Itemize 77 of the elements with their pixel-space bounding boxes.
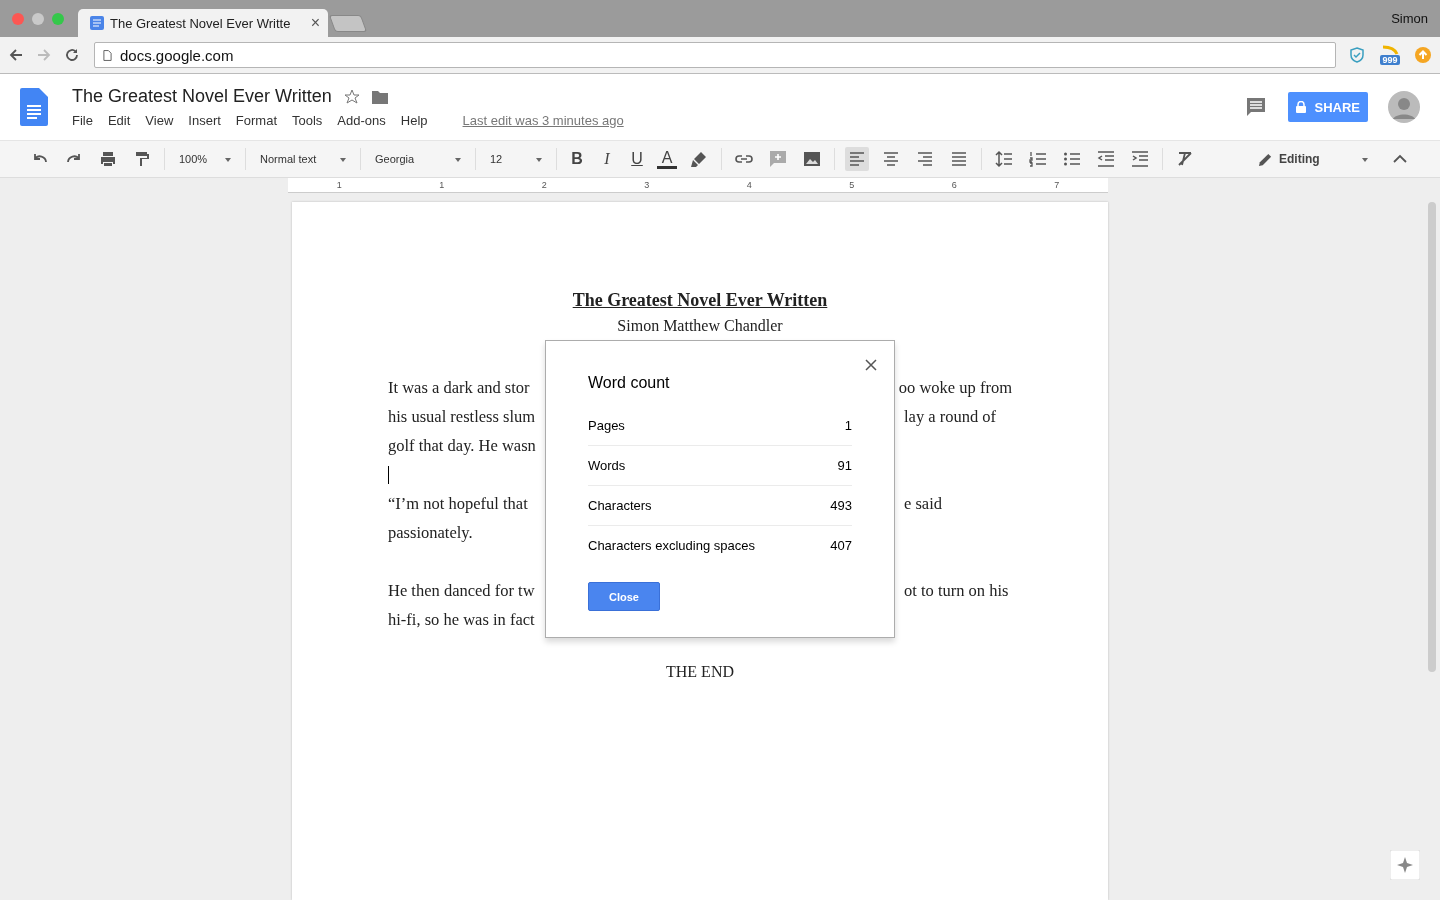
stat-value: 493 <box>830 498 852 513</box>
stat-value: 91 <box>837 458 852 473</box>
tab-close-button[interactable]: × <box>310 15 320 31</box>
font-size-dropdown[interactable]: 12 <box>486 153 546 165</box>
paragraph-text: e said <box>904 493 943 514</box>
ruler-number: 6 <box>951 180 957 190</box>
ruler-number: 2 <box>541 180 547 190</box>
scrollbar-thumb[interactable] <box>1428 202 1436 672</box>
star-icon[interactable] <box>343 88 360 105</box>
reload-icon[interactable] <box>64 47 80 63</box>
paragraph-text: hi-fi, so he was in fact <box>388 609 536 630</box>
back-icon[interactable] <box>8 47 24 63</box>
paragraph-text: “I’m not hopeful that <box>388 493 529 514</box>
folder-icon[interactable] <box>371 88 388 105</box>
document-icon <box>90 16 104 30</box>
profile-name[interactable]: Simon <box>1391 11 1440 26</box>
stat-label: Pages <box>588 418 625 433</box>
style-dropdown[interactable]: Normal text <box>256 153 350 165</box>
menu-item[interactable]: View <box>145 113 174 128</box>
avatar[interactable] <box>1388 91 1420 123</box>
menu-item[interactable]: Edit <box>107 113 131 128</box>
ruler-number: 4 <box>746 180 752 190</box>
alignment-button[interactable] <box>845 147 869 171</box>
lock-icon <box>1296 101 1307 113</box>
shield-icon[interactable] <box>1348 46 1366 64</box>
tab-title: The Greatest Novel Ever Writte <box>110 15 292 31</box>
text-cursor <box>388 465 389 484</box>
zoom-dropdown[interactable]: 100% <box>175 153 235 165</box>
paragraph-text: lay a round of <box>904 406 997 427</box>
paragraph-text: passionately. <box>388 522 474 543</box>
stat-label: Characters excluding spaces <box>588 538 755 553</box>
ruler-number: 1 <box>336 180 342 190</box>
menu-item[interactable]: Format <box>235 113 277 128</box>
menu-item[interactable]: Insert <box>188 113 221 128</box>
stat-value: 1 <box>844 418 852 433</box>
comments-icon[interactable] <box>1246 97 1267 117</box>
pencil-icon <box>1258 151 1273 167</box>
ruler-number: 5 <box>849 180 855 190</box>
document-title[interactable]: The Greatest Novel Ever Written <box>72 86 332 107</box>
stat-label: Characters <box>588 498 652 513</box>
author-line: Simon Matthew Chandler <box>617 317 783 335</box>
dialog-title: Word count <box>588 374 671 392</box>
menu-item[interactable]: Help <box>400 113 428 128</box>
closing-text: THE END <box>666 663 734 681</box>
stat-label: Words <box>588 458 626 473</box>
close-icon[interactable] <box>865 359 877 371</box>
paragraph-text: It was a dark and stor <box>388 377 531 398</box>
explore-icon[interactable] <box>1390 850 1420 880</box>
editing-mode-dropdown[interactable]: Editing <box>1258 151 1368 167</box>
last-edit-link[interactable]: Last edit was 3 minutes ago <box>462 113 624 128</box>
browser-tab[interactable]: The Greatest Novel Ever Writte × <box>78 9 328 37</box>
ruler-number: 7 <box>1054 180 1060 190</box>
close-button[interactable]: Close <box>588 582 660 611</box>
font-dropdown[interactable]: Georgia <box>371 153 465 165</box>
format-button[interactable]: U <box>627 150 647 168</box>
new-tab-button[interactable] <box>328 15 368 32</box>
notification-badge: 999 <box>1380 55 1400 65</box>
ruler[interactable]: 1 1 2 3 4 5 6 7 <box>288 178 1108 193</box>
upload-icon[interactable] <box>1414 46 1432 64</box>
paragraph-text: oo woke up from <box>898 377 1012 398</box>
menu-item[interactable]: Tools <box>292 113 323 128</box>
paragraph-text: golf that day. He wasn <box>388 435 537 456</box>
paragraph-text: He then danced for tw <box>388 580 536 601</box>
ruler-number: 3 <box>644 180 650 190</box>
format-button[interactable]: B <box>567 150 587 168</box>
ruler-number: 1 <box>439 180 445 190</box>
format-button[interactable]: A <box>657 149 677 169</box>
document-heading: The Greatest Novel Ever Written <box>572 290 828 311</box>
address-field[interactable]: docs.google.com <box>94 42 1336 68</box>
document-icon[interactable] <box>20 88 48 126</box>
paragraph-text: ot to turn on his <box>904 580 1009 601</box>
format-button[interactable]: I <box>597 150 617 168</box>
menu-item[interactable]: File <box>72 113 93 128</box>
stat-value: 407 <box>830 538 852 553</box>
menu-item[interactable]: Add-ons <box>337 113 386 128</box>
page-icon <box>103 49 112 61</box>
paragraph-text: his usual restless slum <box>388 406 537 427</box>
